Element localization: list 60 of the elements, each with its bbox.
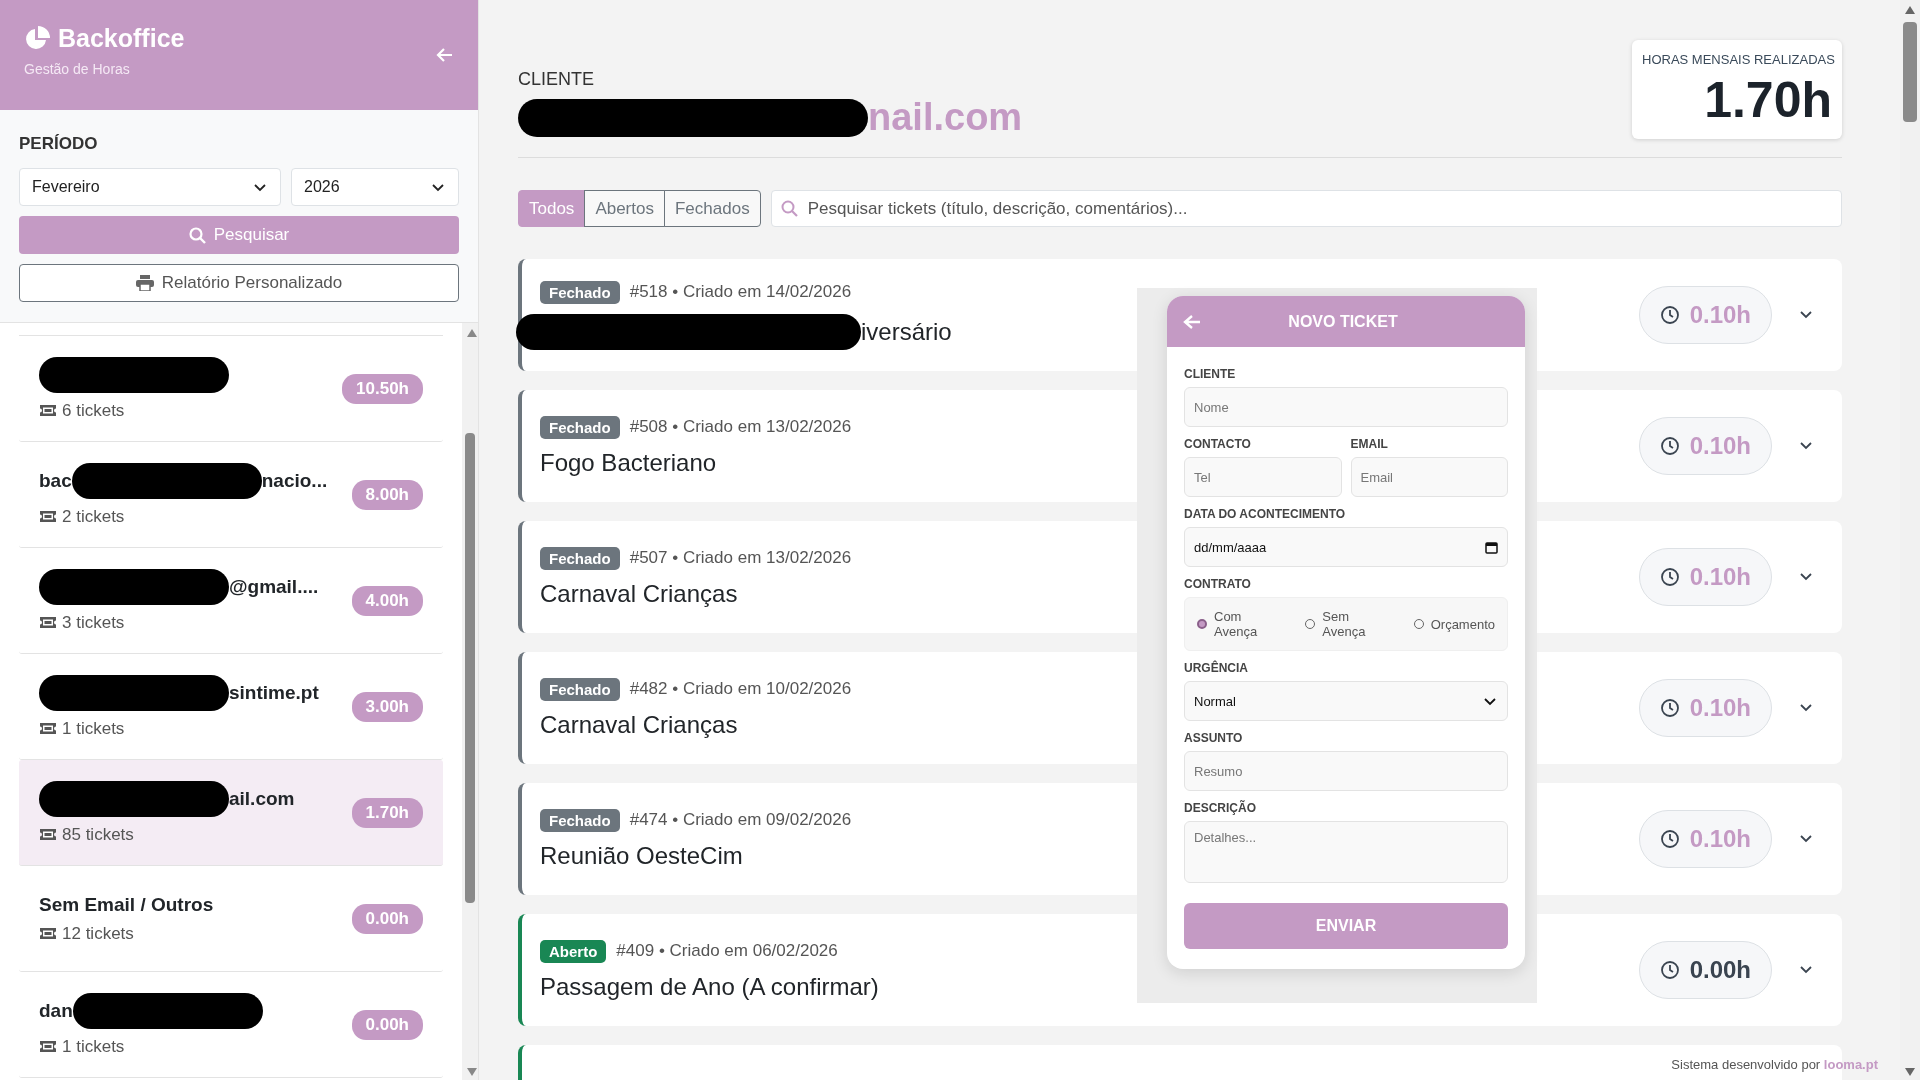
hours-badge: 10.50h [342, 373, 423, 404]
field-label: DATA DO ACONTECIMENTO [1184, 507, 1347, 521]
dialog-title: NOVO TICKET [1287, 312, 1399, 331]
status-badge: Fechado [540, 415, 620, 439]
ticket-count: 3 tickets [62, 612, 125, 633]
footer-text: Sistema desenvolvido por [1671, 1057, 1821, 1072]
status-badge: Fechado [540, 808, 620, 832]
status-badge: Fechado [540, 677, 620, 701]
brand-title: Backoffice [58, 24, 185, 53]
ticket-title: iversário [861, 317, 952, 346]
client-name: @gmail.... [229, 575, 319, 598]
hours-badge: 8.00h [351, 479, 423, 510]
monthly-hours-value: 1.70h [1703, 71, 1832, 129]
client-email: nail.com [868, 96, 1023, 139]
ticket-title: Passagem de Ano (A confirmar) [540, 972, 879, 1001]
field-label: EMAIL [1350, 437, 1389, 451]
client-name: bac [39, 469, 72, 492]
ticket-count: 1 tickets [62, 718, 125, 739]
field-label: URGÊNCIA [1184, 661, 1249, 675]
ticket-title: Carnaval Crianças [540, 710, 738, 739]
status-badge: Fechado [540, 546, 620, 570]
hours-badge: 1.70h [351, 797, 423, 828]
ticket-title: Reunião OesteCim [540, 841, 743, 870]
status-badge: Fechado [540, 280, 620, 304]
ticket-meta: #508 • Criado em 13/02/2026 [629, 417, 852, 437]
ticket-hours: 0.10h [1638, 548, 1772, 606]
client-name: nacio... [261, 469, 328, 492]
ticket-hours: 0.10h [1638, 417, 1772, 475]
ticket-count: 1 tickets [62, 1036, 125, 1057]
field-label: DESCRIÇÃO [1184, 801, 1257, 815]
ticket-count: 6 tickets [62, 400, 125, 421]
ticket-title: Carnaval Crianças [540, 579, 738, 608]
period-label: PERÍODO [19, 134, 99, 154]
ticket-hours: 0.10h [1638, 679, 1772, 737]
ticket-title: Fogo Bacteriano [540, 448, 717, 477]
ticket-meta: #409 • Criado em 06/02/2026 [616, 941, 838, 961]
hours-badge: 0.00h [351, 1009, 423, 1040]
client-name: Sem Email / Outros [39, 893, 214, 916]
ticket-count: 12 tickets [62, 923, 134, 944]
ticket-meta: #482 • Criado em 10/02/2026 [629, 679, 852, 699]
ticket-meta: #474 • Criado em 09/02/2026 [629, 810, 852, 830]
ticket-hours: 0.00h [1638, 941, 1772, 999]
client-name: ail.com [229, 787, 295, 810]
ticket-meta: #507 • Criado em 13/02/2026 [629, 548, 852, 568]
hours-badge: 3.00h [351, 691, 423, 722]
ticket-meta: #518 • Criado em 14/02/2026 [629, 282, 852, 302]
client-label: CLIENTE [518, 69, 596, 90]
client-name: dan [39, 999, 73, 1022]
field-label: CONTACTO [1184, 437, 1252, 451]
hours-badge: 4.00h [351, 585, 423, 616]
ticket-count: 2 tickets [62, 506, 125, 527]
ticket-hours: 0.10h [1638, 810, 1772, 868]
client-name: sintime.pt [229, 681, 319, 704]
ticket-hours: 0.10h [1638, 286, 1772, 344]
field-label: ASSUNTO [1184, 731, 1244, 745]
brand-subtitle: Gestão de Horas [24, 61, 131, 77]
status-badge: Aberto [540, 939, 607, 963]
hours-badge: 0.00h [351, 903, 423, 934]
ticket-count: 85 tickets [62, 824, 134, 845]
field-label: CONTRATO [1184, 577, 1252, 591]
